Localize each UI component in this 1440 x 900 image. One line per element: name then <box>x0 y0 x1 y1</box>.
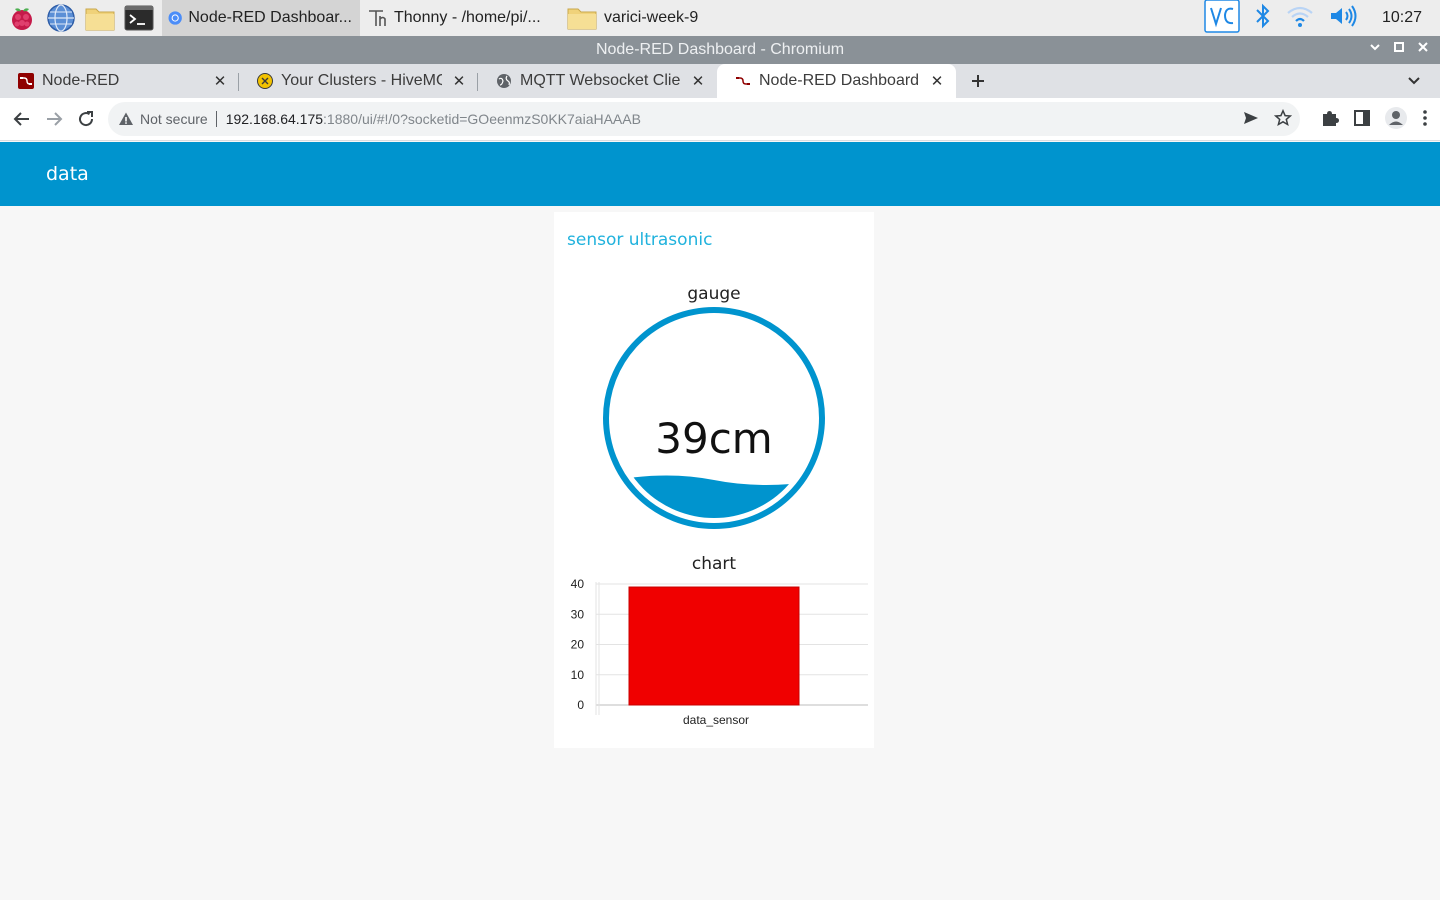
group-title: sensor ultrasonic <box>567 230 713 250</box>
close-window-icon[interactable] <box>1416 36 1430 64</box>
close-tab-icon[interactable]: ✕ <box>211 72 229 90</box>
browser-tab-mqtt-client[interactable]: MQTT Websocket Client ✕ <box>478 64 717 98</box>
tab-title: Your Clusters - HiveMQ Cloud <box>281 72 442 89</box>
browser-tab-node-red[interactable]: Node-RED ✕ <box>0 64 239 98</box>
plus-icon <box>972 75 984 87</box>
y-tick-label: 0 <box>577 698 584 712</box>
terminal-launcher-icon[interactable] <box>122 1 156 35</box>
browser-tab-strip: Node-RED ✕ Your Clusters - HiveMQ Cloud … <box>0 64 1440 98</box>
system-tray: 10:27 <box>1204 0 1440 36</box>
node-red-favicon-icon <box>736 77 750 85</box>
bar-chart: 0 10 20 30 40 data_sensor <box>571 577 868 727</box>
close-tab-icon[interactable]: ✕ <box>689 72 707 90</box>
hivemq-favicon-icon <box>257 73 273 89</box>
chevron-down-icon <box>1408 77 1420 85</box>
reload-icon <box>79 111 94 127</box>
close-tab-icon[interactable]: ✕ <box>928 72 946 90</box>
raspberry-menu-icon[interactable] <box>5 1 39 35</box>
send-to-device-icon[interactable] <box>1242 109 1260 130</box>
warning-icon <box>119 112 133 125</box>
reload-button[interactable] <box>70 103 102 135</box>
browser-toolbar: Not secure 192.168.64.175 :1880/ui/#!/0?… <box>0 98 1440 141</box>
x-tick-label: data_sensor <box>683 713 749 727</box>
taskbar-task-thonny[interactable]: Thonny - /home/pi/... <box>360 0 560 36</box>
forward-button[interactable] <box>38 103 70 135</box>
clock[interactable]: 10:27 <box>1382 9 1422 27</box>
gauge-value: 39cm <box>655 414 773 463</box>
browser-tab-hivemq[interactable]: Your Clusters - HiveMQ Cloud ✕ <box>239 64 478 98</box>
more-menu-icon[interactable] <box>1420 108 1430 132</box>
tab-search-button[interactable] <box>1406 72 1422 92</box>
tab-title: MQTT Websocket Client <box>520 72 681 89</box>
chromium-icon <box>168 11 182 25</box>
taskbar-task-label: varici-week-9 <box>604 9 699 26</box>
group-card: sensor ultrasonic gauge 39cm chart 0 10 20… <box>554 212 874 748</box>
new-tab-button[interactable] <box>956 64 1000 98</box>
side-panel-icon[interactable] <box>1352 108 1372 132</box>
tab-title: Node-RED <box>42 72 120 89</box>
url-path: :1880/ui/#!/0?socketid=GOeenmzS0KK7aiaHA… <box>323 111 641 127</box>
maximize-icon[interactable] <box>1392 36 1406 64</box>
gauge-label: gauge <box>687 284 741 304</box>
y-tick-label: 30 <box>571 607 585 621</box>
omnibox-divider <box>215 111 217 127</box>
dashboard-title: data <box>46 163 89 185</box>
back-button[interactable] <box>6 103 38 135</box>
window-titlebar[interactable]: Node-RED Dashboard - Chromium <box>0 36 1440 64</box>
file-manager-launcher-icon[interactable] <box>83 1 117 35</box>
y-tick-label: 20 <box>571 638 585 652</box>
address-bar[interactable]: Not secure 192.168.64.175 :1880/ui/#!/0?… <box>108 102 1300 136</box>
forward-arrow-icon <box>47 112 63 126</box>
url-host: 192.168.64.175 <box>225 111 324 127</box>
web-browser-launcher-icon[interactable] <box>44 1 78 35</box>
dashboard-content: sensor ultrasonic gauge 39cm chart 0 10 20… <box>0 206 1440 900</box>
os-taskbar: Node-RED Dashboar... Thonny - /home/pi/.… <box>0 0 1440 36</box>
chart-bar <box>628 586 800 706</box>
taskbar-task-label: Thonny - /home/pi/... <box>394 9 541 26</box>
bluetooth-icon[interactable] <box>1254 3 1272 33</box>
thonny-icon <box>369 10 386 26</box>
profile-avatar-icon[interactable] <box>1384 106 1408 134</box>
folder-icon <box>567 8 597 30</box>
extensions-icon[interactable] <box>1320 108 1340 132</box>
taskbar-task-file-manager[interactable]: varici-week-9 <box>560 0 740 36</box>
browser-tab-node-red-dashboard[interactable]: Node-RED Dashboard ✕ <box>717 64 956 98</box>
wifi-icon[interactable] <box>1286 4 1314 32</box>
volume-icon[interactable] <box>1328 4 1358 32</box>
minimize-icon[interactable] <box>1368 36 1382 64</box>
globe-favicon-icon <box>497 74 511 88</box>
security-status[interactable]: Not secure <box>140 111 208 127</box>
close-tab-icon[interactable]: ✕ <box>450 72 468 90</box>
y-tick-label: 10 <box>571 668 585 682</box>
y-tick-label: 40 <box>571 577 585 591</box>
node-red-favicon-icon <box>18 73 34 89</box>
bookmark-star-icon[interactable] <box>1273 108 1293 130</box>
chart-label: chart <box>691 554 737 574</box>
window-title: Node-RED Dashboard - Chromium <box>595 41 845 58</box>
back-arrow-icon <box>13 112 29 126</box>
tab-title: Node-RED Dashboard <box>759 72 920 89</box>
taskbar-task-label: Node-RED Dashboar... <box>188 9 352 26</box>
dashboard-header: data <box>0 142 1440 206</box>
taskbar-task-chromium[interactable]: Node-RED Dashboar... <box>162 0 360 36</box>
vnc-icon[interactable] <box>1204 0 1240 37</box>
